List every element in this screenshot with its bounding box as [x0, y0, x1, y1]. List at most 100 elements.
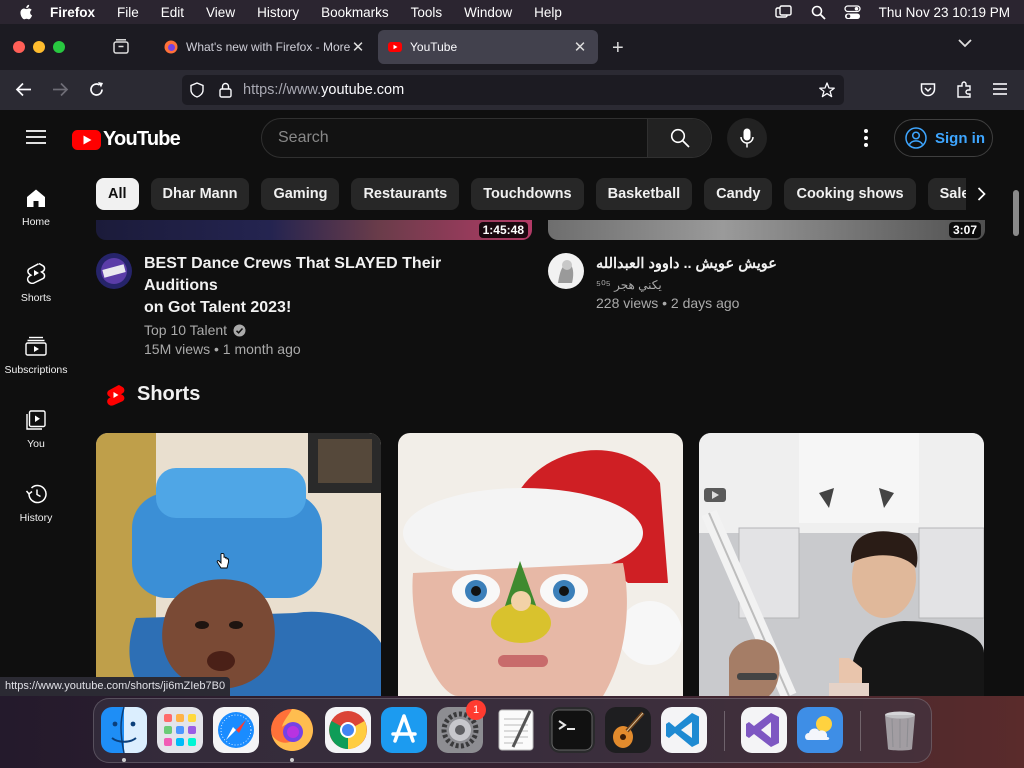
video-thumbnail[interactable]: 1:45:48: [96, 220, 532, 240]
control-center-icon[interactable]: [844, 4, 861, 20]
tab-youtube[interactable]: YouTube ✕: [378, 30, 598, 64]
firefox-view-icon[interactable]: [111, 37, 131, 57]
apple-icon[interactable]: [18, 3, 36, 21]
firefox-favicon-icon: [164, 40, 178, 54]
dock-launchpad-icon[interactable]: [157, 707, 203, 753]
close-tab-icon[interactable]: ✕: [572, 38, 588, 56]
menu-help[interactable]: Help: [534, 5, 562, 20]
forward-arrow-icon[interactable]: [52, 82, 69, 97]
new-tab-button[interactable]: +: [612, 37, 624, 60]
extensions-puzzle-icon[interactable]: [956, 81, 972, 98]
sidebar-item-subscriptions[interactable]: Subscriptions: [0, 326, 72, 400]
search-icon: [670, 128, 690, 148]
lock-icon[interactable]: [219, 82, 232, 98]
back-arrow-icon[interactable]: [15, 82, 32, 97]
dock-firefox-icon[interactable]: [269, 707, 315, 753]
spotlight-search-icon[interactable]: [811, 5, 826, 20]
dock-finder-icon[interactable]: [101, 707, 147, 753]
chip-restaurants[interactable]: Restaurants: [351, 178, 460, 210]
sidebar-item-history[interactable]: History: [0, 474, 72, 548]
pocket-icon[interactable]: [920, 82, 936, 97]
sidebar-item-home[interactable]: Home: [0, 178, 72, 252]
guide-menu-icon[interactable]: [26, 129, 46, 145]
voice-search-button[interactable]: [727, 118, 767, 158]
shorts-heading: Shorts: [137, 383, 201, 405]
short-thumbnail[interactable]: [398, 433, 683, 696]
close-window-button[interactable]: [13, 41, 25, 53]
page-scrollbar-thumb[interactable]: [1013, 190, 1019, 236]
chips-next-button[interactable]: [966, 178, 996, 210]
dock-terminal-icon[interactable]: [549, 707, 595, 753]
sidebar-item-you[interactable]: You: [0, 400, 72, 474]
sidebar-label: You: [27, 438, 45, 450]
dock-visual-studio-icon[interactable]: [741, 707, 787, 753]
tracking-protection-shield-icon[interactable]: [190, 82, 204, 98]
sign-in-button[interactable]: Sign in: [894, 119, 993, 157]
video-title[interactable]: عويش عويش .. داوود العبدالله: [596, 253, 777, 275]
account-circle-icon: [905, 127, 927, 149]
dock-chrome-icon[interactable]: [325, 707, 371, 753]
chip-touchdowns[interactable]: Touchdowns: [471, 178, 584, 210]
channel-name[interactable]: Top 10 Talent: [144, 322, 227, 338]
video-title[interactable]: BEST Dance Crews That SLAYED Their Audit…: [144, 253, 516, 319]
screen-mirroring-icon[interactable]: [774, 5, 793, 19]
dock-trash-icon[interactable]: [877, 707, 923, 753]
close-tab-icon[interactable]: ✕: [350, 38, 366, 56]
youtube-logo[interactable]: YouTube: [72, 128, 181, 151]
chip-dhar-mann[interactable]: Dhar Mann: [150, 178, 250, 210]
video-thumbnail[interactable]: 3:07: [548, 220, 985, 240]
app-menu-hamburger-icon[interactable]: [993, 83, 1007, 95]
chip-cooking-shows[interactable]: Cooking shows: [784, 178, 916, 210]
sidebar-label: Subscriptions: [4, 364, 68, 376]
menu-edit[interactable]: Edit: [161, 5, 184, 20]
search-input[interactable]: [262, 119, 647, 157]
search-button[interactable]: [647, 119, 711, 157]
menu-history[interactable]: History: [257, 5, 299, 20]
dock-separator: [860, 711, 861, 751]
url-prefix: https://www.: [243, 82, 322, 98]
sign-in-label: Sign in: [935, 129, 985, 147]
verified-badge-icon: [233, 324, 246, 336]
youtube-page: YouTube Sign in All Dhar Mann Gaming Res…: [0, 110, 1024, 696]
dock-app-store-icon[interactable]: [381, 707, 427, 753]
sidebar-label: History: [19, 512, 53, 524]
you-library-icon: [26, 410, 46, 430]
short-thumbnail-image: [96, 433, 381, 696]
menu-tools[interactable]: Tools: [411, 5, 443, 20]
filter-chips-bar: All Dhar Mann Gaming Restaurants Touchdo…: [96, 178, 1006, 210]
sidebar-item-shorts[interactable]: Shorts: [0, 252, 72, 326]
short-thumbnail[interactable]: [699, 433, 984, 696]
menu-view[interactable]: View: [206, 5, 235, 20]
settings-kebab-icon[interactable]: [856, 126, 876, 150]
chip-all[interactable]: All: [96, 178, 139, 210]
menu-file[interactable]: File: [117, 5, 139, 20]
channel-name[interactable]: يكني هجر ⁵⁰⁵: [596, 278, 662, 292]
short-thumbnail[interactable]: [96, 433, 381, 696]
channel-avatar[interactable]: [548, 253, 584, 289]
dock-safari-icon[interactable]: [213, 707, 259, 753]
chip-candy[interactable]: Candy: [704, 178, 773, 210]
url-domain: youtube.com: [321, 82, 405, 98]
channel-avatar[interactable]: [96, 253, 132, 289]
dock-vscode-icon[interactable]: [661, 707, 707, 753]
menu-window[interactable]: Window: [464, 5, 512, 20]
chip-basketball[interactable]: Basketball: [595, 178, 693, 210]
list-all-tabs-chevron-icon[interactable]: [958, 39, 972, 48]
video-stats: 15M views • 1 month ago: [144, 341, 301, 357]
url-bar[interactable]: https://www. youtube.com: [182, 75, 844, 105]
zoom-window-button[interactable]: [53, 41, 65, 53]
tab-strip: What's new with Firefox - More ✕ YouTube…: [0, 24, 1024, 70]
tab-whats-new[interactable]: What's new with Firefox - More ✕: [154, 30, 376, 64]
minimize-window-button[interactable]: [33, 41, 45, 53]
bookmark-star-icon[interactable]: [819, 82, 835, 98]
menu-app-name[interactable]: Firefox: [50, 5, 95, 20]
shorts-icon: [26, 262, 46, 284]
window-controls: [13, 41, 65, 53]
reload-icon[interactable]: [88, 81, 105, 98]
dock-textedit-icon[interactable]: [493, 707, 539, 753]
dock-weather-icon[interactable]: [797, 707, 843, 753]
dock-garageband-icon[interactable]: [605, 707, 651, 753]
chip-gaming[interactable]: Gaming: [261, 178, 340, 210]
menu-clock[interactable]: Thu Nov 23 10:19 PM: [879, 5, 1010, 20]
menu-bookmarks[interactable]: Bookmarks: [321, 5, 389, 20]
